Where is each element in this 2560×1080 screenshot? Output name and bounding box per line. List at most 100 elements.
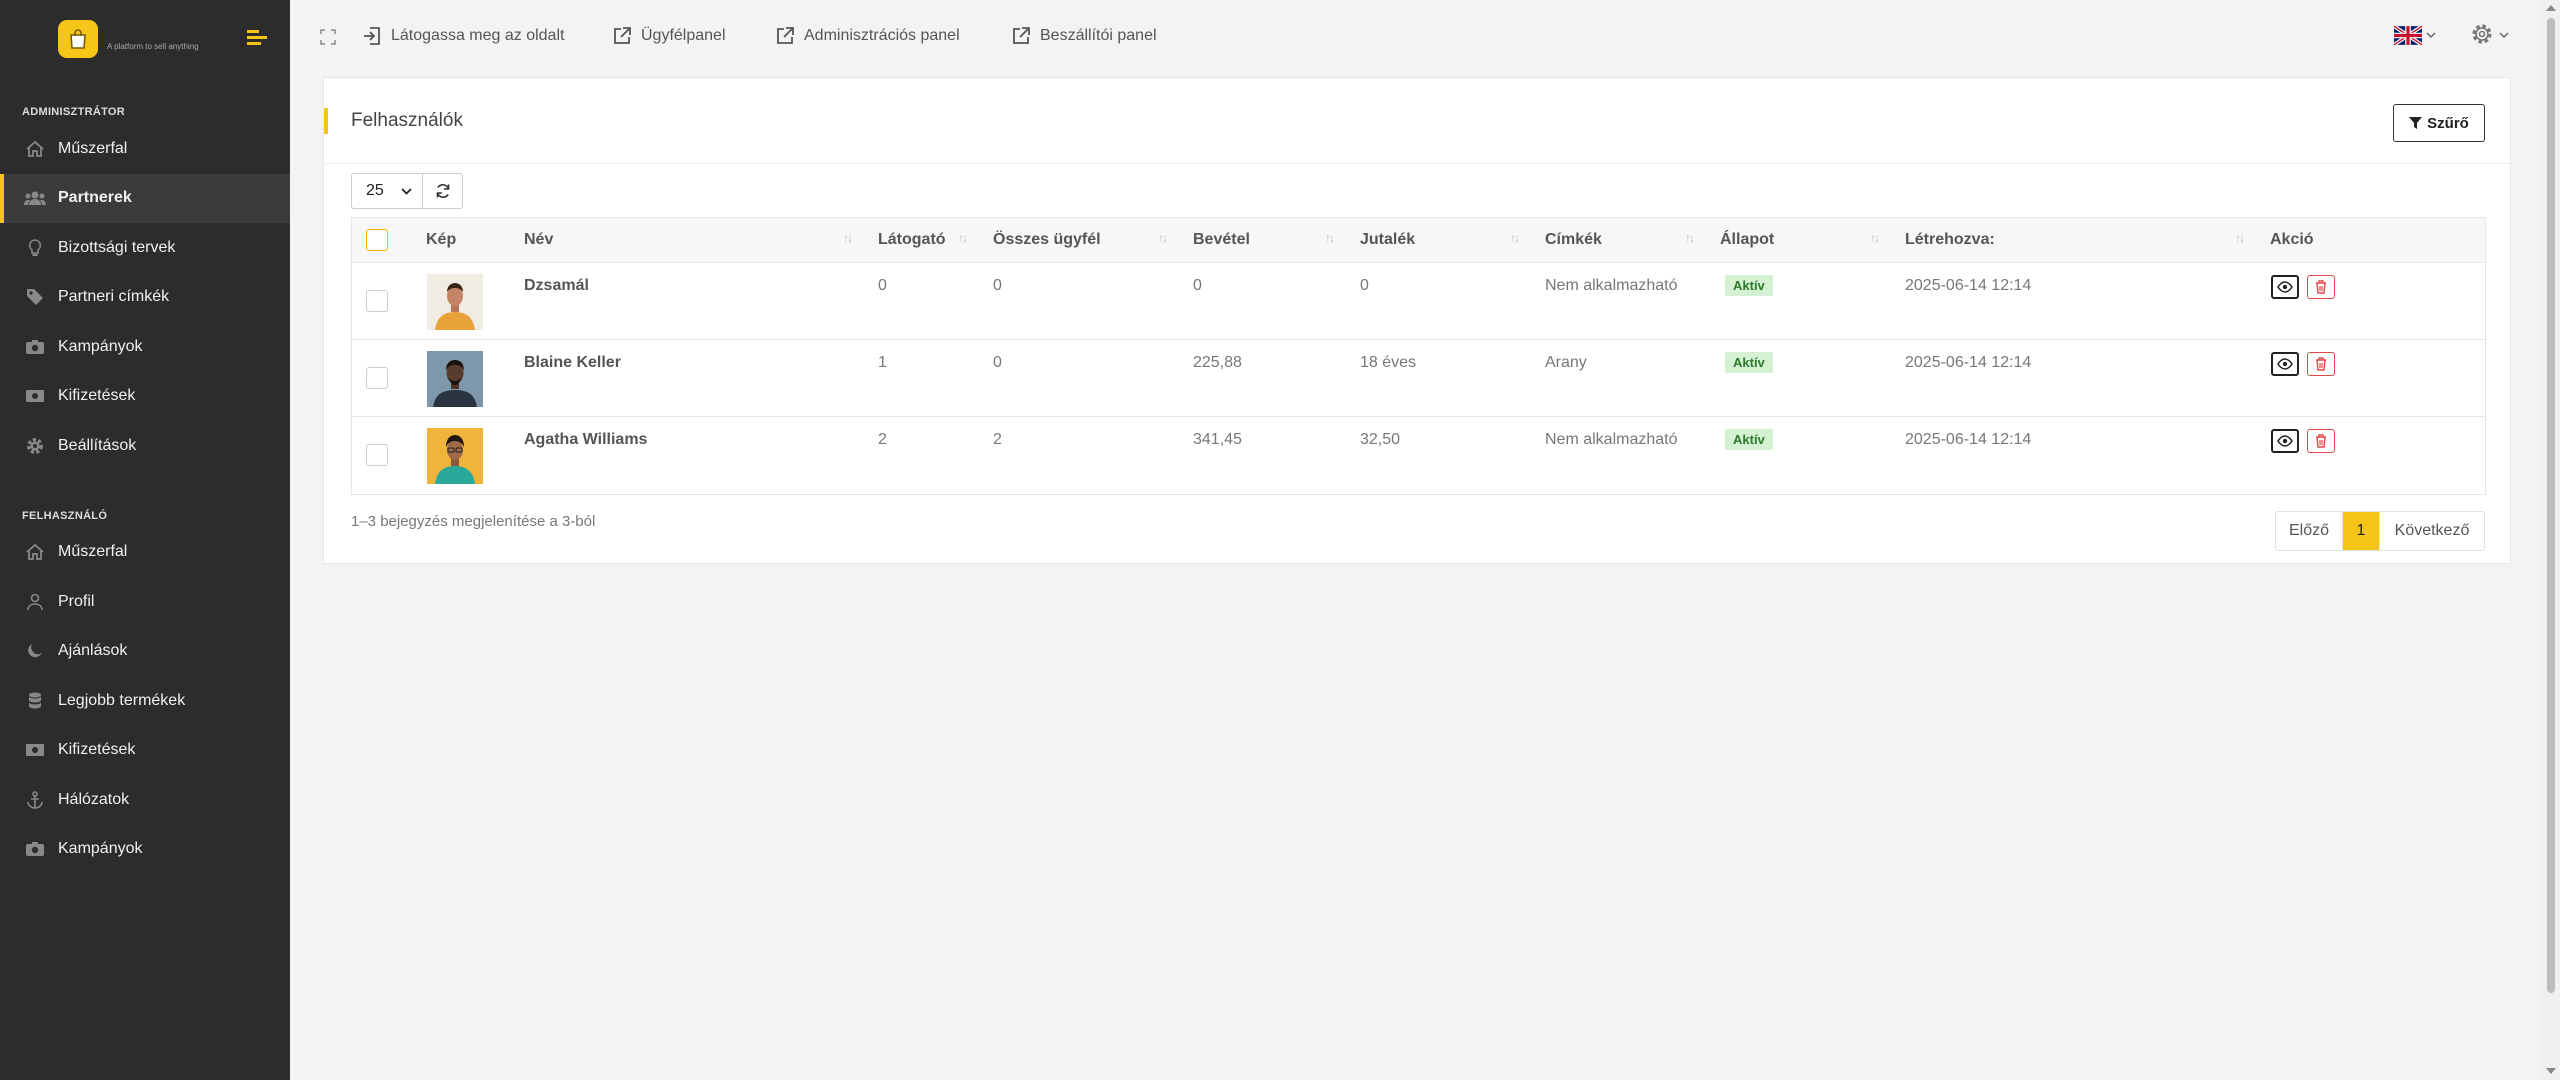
vertical-scrollbar[interactable] <box>2542 0 2560 1080</box>
column-header-revenue[interactable]: Bevétel <box>1193 231 1250 249</box>
column-header-name[interactable]: Név <box>524 231 553 249</box>
sidebar-item-dashboard-user[interactable]: Műszerfal <box>0 528 290 578</box>
table-row: Blaine Keller 1 0 225,88 18 éves Arany A… <box>352 340 2485 417</box>
sidebar-item-networks[interactable]: Hálózatok <box>0 775 290 825</box>
fullscreen-icon[interactable] <box>320 29 336 45</box>
sidebar: A platform to sell anything Adminisztrát… <box>0 0 290 1080</box>
sidebar-item-label: Kifizetések <box>58 387 136 405</box>
sidebar-item-label: Műszerfal <box>58 139 128 157</box>
row-checkbox[interactable] <box>366 367 388 389</box>
column-header-tags[interactable]: Címkék <box>1545 231 1602 249</box>
sidebar-item-label: Profil <box>58 592 95 610</box>
view-button[interactable] <box>2271 429 2299 453</box>
scrollbar-thumb[interactable] <box>2547 18 2555 993</box>
sidebar-item-commission-plans[interactable]: Bizottsági tervek <box>0 223 290 273</box>
users-icon <box>24 187 46 209</box>
uk-flag-icon <box>2394 25 2422 46</box>
visitors-value: 0 <box>878 277 887 294</box>
delete-button[interactable] <box>2307 352 2335 376</box>
chevron-down-icon <box>401 188 412 195</box>
users-card: Felhasználók Szűrő 25 Kép Név ↑↓ Látogat… <box>323 77 2511 564</box>
user-name[interactable]: Blaine Keller <box>524 354 621 372</box>
scroll-up-arrow[interactable] <box>2546 5 2556 11</box>
status-badge: Aktív <box>1725 429 1773 450</box>
admin-panel-link[interactable]: Adminisztrációs panel <box>775 26 960 46</box>
sort-icon[interactable]: ↑↓ <box>1685 231 1695 245</box>
table-info: 1–3 bejegyzés megjelenítése a 3-ból <box>351 513 596 530</box>
supplier-panel-link[interactable]: Beszállítói panel <box>1011 26 1157 46</box>
shopping-bag-logo-icon[interactable] <box>58 20 98 58</box>
sidebar-item-profile[interactable]: Profil <box>0 577 290 627</box>
sidebar-item-settings[interactable]: Beállítások <box>0 421 290 471</box>
anchor-icon <box>24 789 46 811</box>
sidebar-item-partner-tags[interactable]: Partneri címkék <box>0 273 290 323</box>
chevron-down-icon <box>2499 32 2509 39</box>
sidebar-toggle-icon[interactable] <box>247 28 267 46</box>
commission-value: 18 éves <box>1360 354 1417 371</box>
sidebar-section-user: Felhasználó Műszerfal Profil Ajánlások L… <box>0 507 290 875</box>
delete-button[interactable] <box>2307 429 2335 453</box>
row-checkbox[interactable] <box>366 444 388 466</box>
select-all-checkbox[interactable] <box>366 229 388 251</box>
tags-value: Nem alkalmazható <box>1545 277 1678 294</box>
pagination-prev[interactable]: Előző <box>2276 512 2343 550</box>
section-title-user: Felhasználó <box>22 509 108 522</box>
refresh-button[interactable] <box>423 173 463 209</box>
sidebar-item-top-products[interactable]: Legjobb termékek <box>0 676 290 726</box>
chevron-down-icon <box>2426 32 2436 39</box>
sign-in-icon <box>364 27 380 45</box>
pagination-next[interactable]: Következő <box>2379 512 2484 550</box>
sort-icon[interactable]: ↑↓ <box>1870 231 1880 245</box>
home-icon <box>24 138 46 160</box>
sidebar-item-partners[interactable]: Partnerek <box>0 173 290 223</box>
visit-site-link[interactable]: Látogassa meg az oldalt <box>362 26 564 46</box>
scroll-down-arrow[interactable] <box>2546 1068 2556 1074</box>
page-title: Felhasználók <box>324 108 463 134</box>
view-button[interactable] <box>2271 352 2299 376</box>
sort-icon[interactable]: ↑↓ <box>1158 231 1168 245</box>
sidebar-item-payouts-user[interactable]: Kifizetések <box>0 726 290 776</box>
sidebar-item-referrals[interactable]: Ajánlások <box>0 627 290 677</box>
filter-label: Szűrő <box>2427 114 2469 132</box>
gear-icon <box>2472 24 2492 44</box>
sidebar-item-campaigns-admin[interactable]: Kampányok <box>0 322 290 372</box>
column-header-total-customers[interactable]: Összes ügyfél <box>993 231 1101 249</box>
sort-icon[interactable]: ↑↓ <box>1325 231 1335 245</box>
users-table: Kép Név ↑↓ Látogató ↑↓ Összes ügyfél ↑↓ … <box>351 217 2486 495</box>
sidebar-item-payouts-admin[interactable]: Kifizetések <box>0 372 290 422</box>
user-name[interactable]: Dzsamál <box>524 277 589 295</box>
avatar <box>427 274 483 330</box>
avatar <box>427 428 483 484</box>
sort-icon[interactable]: ↑↓ <box>1510 231 1520 245</box>
filter-button[interactable]: Szűrő <box>2393 104 2485 142</box>
column-header-commission[interactable]: Jutalék <box>1360 231 1415 249</box>
column-header-image: Kép <box>426 231 457 248</box>
sidebar-item-label: Kampányok <box>58 337 143 355</box>
delete-button[interactable] <box>2307 275 2335 299</box>
camera-icon <box>24 838 46 860</box>
sidebar-item-campaigns-user[interactable]: Kampányok <box>0 825 290 875</box>
customers-value: 0 <box>993 277 1002 294</box>
page-size-select[interactable]: 25 <box>351 173 423 209</box>
pagination-page-1[interactable]: 1 <box>2343 512 2379 550</box>
brand-tagline: A platform to sell anything <box>107 42 199 51</box>
column-header-visitors[interactable]: Látogató <box>878 231 946 249</box>
column-header-created[interactable]: Létrehozva: <box>1905 231 1995 249</box>
sort-icon[interactable]: ↑↓ <box>2235 231 2245 245</box>
external-link-icon <box>614 27 631 44</box>
row-checkbox[interactable] <box>366 290 388 312</box>
revenue-value: 0 <box>1193 277 1202 294</box>
user-name[interactable]: Agatha Williams <box>524 431 647 449</box>
sort-icon[interactable]: ↑↓ <box>843 231 853 245</box>
table-row: Dzsamál 0 0 0 0 Nem alkalmazható Aktív 2… <box>352 263 2485 340</box>
column-header-status[interactable]: Állapot <box>1720 231 1774 249</box>
trash-icon <box>2316 434 2326 448</box>
sort-icon[interactable]: ↑↓ <box>958 231 968 245</box>
tag-icon <box>24 286 46 308</box>
trash-icon <box>2316 357 2326 371</box>
sidebar-item-dashboard-admin[interactable]: Műszerfal <box>0 124 290 174</box>
sidebar-item-label: Ajánlások <box>58 642 128 660</box>
sidebar-item-label: Legjobb termékek <box>58 691 186 709</box>
customer-panel-link[interactable]: Ügyfélpanel <box>612 26 726 46</box>
view-button[interactable] <box>2271 275 2299 299</box>
